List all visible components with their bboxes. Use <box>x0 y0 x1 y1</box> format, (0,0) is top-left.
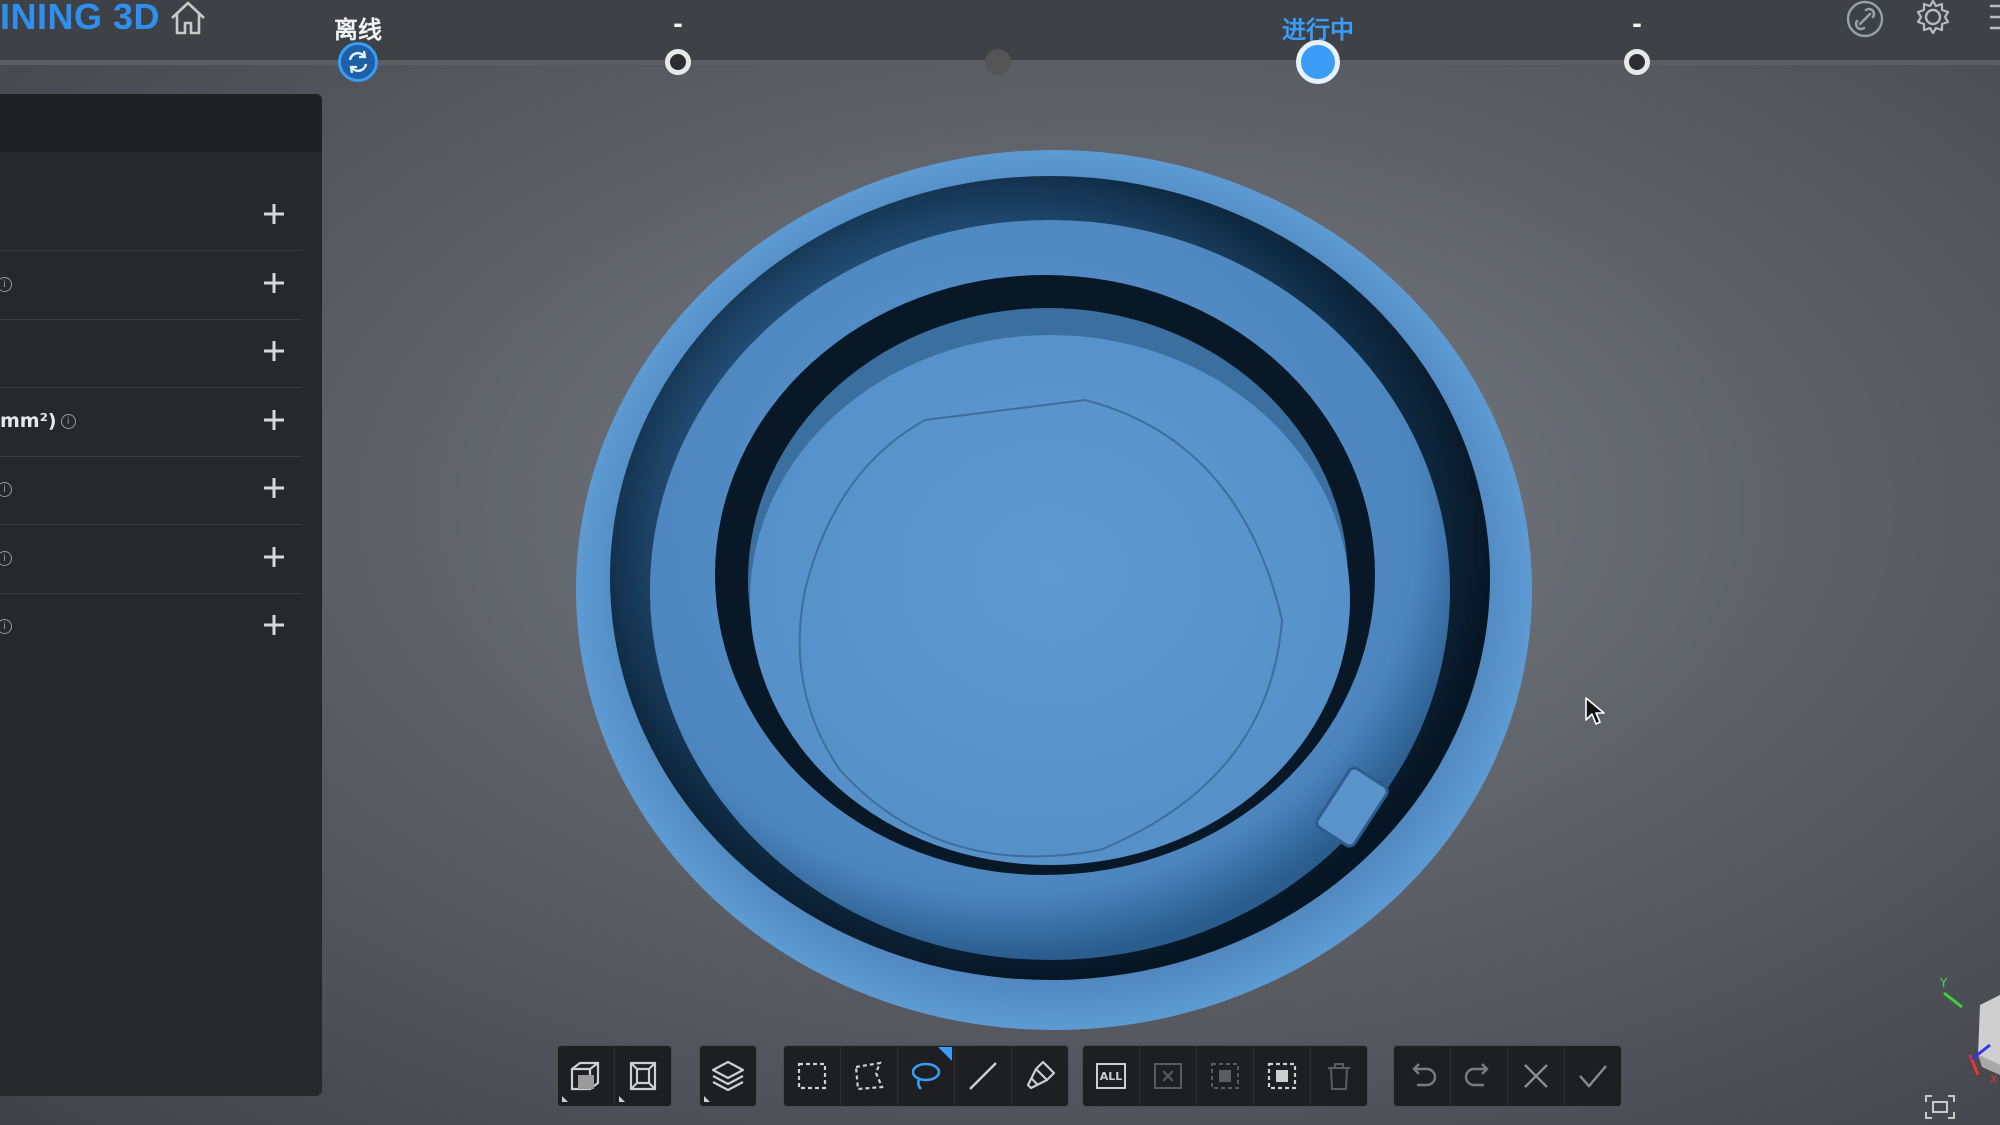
row-label-area: mm²) i <box>0 410 76 432</box>
panel-row-7: i <box>0 593 302 661</box>
3d-view-icon <box>570 1061 600 1091</box>
selection-ops-toolbar: ALL <box>1082 1045 1368 1107</box>
layer-toolbar <box>699 1045 757 1107</box>
add-row-6-button[interactable] <box>256 539 292 575</box>
mouse-cursor-icon <box>1585 697 1605 725</box>
add-row-1-button[interactable] <box>256 196 292 232</box>
axis-y-label: Y <box>1939 976 1948 990</box>
info-icon[interactable]: i <box>0 482 12 497</box>
panel-row-1 <box>0 182 302 251</box>
cancel-icon <box>1524 1064 1548 1088</box>
redo-button[interactable] <box>1451 1046 1508 1106</box>
select-all-icon: ALL <box>1096 1063 1126 1089</box>
panel-header <box>0 94 322 152</box>
view-toolbar <box>557 1045 672 1107</box>
panel-row-5: i <box>0 456 302 525</box>
confirm-icon <box>1579 1065 1607 1088</box>
brush-select-icon <box>1026 1060 1056 1090</box>
undo-icon <box>1412 1063 1437 1087</box>
add-row-2-button[interactable] <box>256 265 292 301</box>
lasso-select-icon <box>911 1062 941 1090</box>
line-select-button[interactable] <box>955 1046 1012 1106</box>
info-icon[interactable]: i <box>0 619 12 634</box>
layers-icon <box>711 1060 745 1092</box>
panel-row-4: mm²) i <box>0 388 302 457</box>
trash-icon <box>1328 1063 1350 1090</box>
select-all-label: ALL <box>1099 1069 1123 1083</box>
undo-button[interactable] <box>1394 1046 1451 1106</box>
wireframe-view-button[interactable] <box>615 1046 671 1106</box>
invert-selection-icon <box>1267 1062 1297 1090</box>
rectangle-select-button[interactable] <box>784 1046 841 1106</box>
add-row-4-button[interactable] <box>256 402 292 438</box>
deselect-button <box>1140 1046 1197 1106</box>
select-connected-button <box>1197 1046 1254 1106</box>
3d-view-button[interactable] <box>558 1046 615 1106</box>
info-icon[interactable]: i <box>60 414 76 429</box>
select-all-button[interactable]: ALL <box>1083 1046 1140 1106</box>
add-row-5-button[interactable] <box>256 470 292 506</box>
add-row-7-button[interactable] <box>256 607 292 643</box>
deselect-icon <box>1154 1063 1182 1089</box>
polygon-select-button[interactable] <box>841 1046 898 1106</box>
polygon-select-icon <box>854 1061 884 1091</box>
panel-row-3 <box>0 319 302 388</box>
info-icon[interactable]: i <box>0 277 12 292</box>
redo-icon <box>1464 1063 1489 1087</box>
area-unit-label: mm²) <box>0 410 57 432</box>
add-row-3-button[interactable] <box>256 333 292 369</box>
cancel-button[interactable] <box>1508 1046 1565 1106</box>
layers-button[interactable] <box>700 1046 756 1106</box>
select-connected-icon <box>1211 1063 1239 1089</box>
view-cube[interactable] <box>1978 995 2000 1065</box>
info-icon[interactable]: i <box>0 551 12 566</box>
invert-selection-button[interactable] <box>1254 1046 1311 1106</box>
panel-row-2: i <box>0 251 302 320</box>
brush-select-button[interactable] <box>1012 1046 1068 1106</box>
panel-row-6: i <box>0 525 302 594</box>
rectangle-select-icon <box>797 1062 827 1090</box>
fit-view-icon[interactable] <box>1924 1094 1956 1120</box>
model-base-floor <box>750 335 1350 865</box>
axis-gizmo[interactable]: Y X <box>1920 975 2000 1085</box>
selection-toolbar <box>783 1045 1069 1107</box>
wireframe-box-icon <box>629 1061 657 1091</box>
lasso-select-button[interactable] <box>898 1046 955 1106</box>
side-panel: i mm²) i i i i <box>0 94 322 1096</box>
edit-toolbar <box>1393 1045 1622 1107</box>
confirm-button[interactable] <box>1565 1046 1621 1106</box>
delete-button <box>1311 1046 1367 1106</box>
line-select-icon <box>969 1062 997 1090</box>
axis-x-label: X <box>1990 1073 1998 1085</box>
